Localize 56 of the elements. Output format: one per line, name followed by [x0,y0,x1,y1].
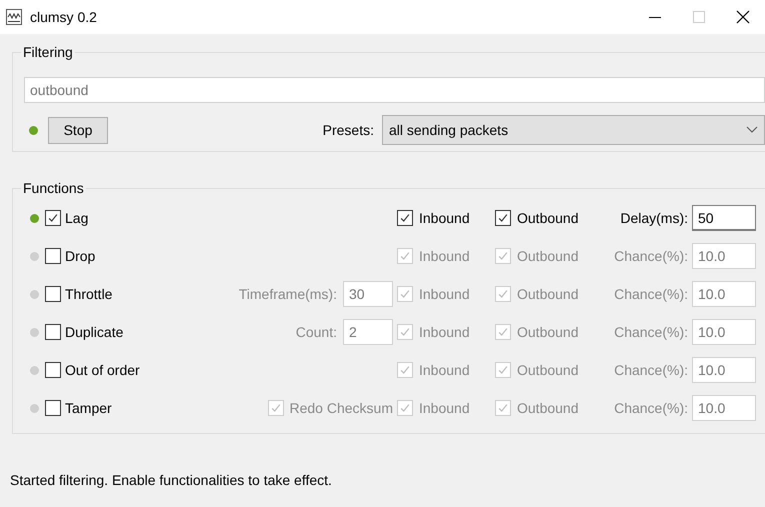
check-icon [497,364,509,376]
function-name: Tamper [65,400,112,416]
check-icon [399,326,411,338]
field-label: Timeframe(ms): [238,286,337,302]
chevron-icon [746,126,758,134]
checkbox[interactable] [495,210,511,226]
check-icon [497,212,509,224]
field-label: Chance(%): [614,286,688,302]
field-label: Chance(%): [614,248,688,264]
function-name: Out of order [65,362,140,378]
field-label: Chance(%): [614,362,688,378]
checkbox-label: Outbound [517,286,578,302]
window-title: clumsy 0.2 [30,9,97,25]
checkbox-label: Inbound [419,286,470,302]
checkbox-label: Outbound [517,248,578,264]
group-title: Filtering [21,44,75,60]
checkbox-label: Outbound [517,210,578,226]
check-icon [270,402,282,414]
close-icon[interactable] [736,10,750,24]
checkbox-label: Inbound [419,210,470,226]
checkbox-label: Outbound [517,324,578,340]
function-name: Throttle [65,286,112,302]
function-name: Duplicate [65,324,124,340]
checkbox-label: Inbound [419,362,470,378]
field-label: Chance(%): [614,324,688,340]
checkbox-label: Outbound [517,362,578,378]
check-icon [47,212,59,224]
stop-button[interactable]: Stop [48,116,108,144]
check-icon [497,288,509,300]
field-label: Chance(%): [614,400,688,416]
check-icon [399,402,411,414]
input-field[interactable]: 50 [692,205,756,231]
maximize-icon[interactable] [693,11,705,23]
checkbox[interactable] [397,210,413,226]
checkbox-label: Outbound [517,400,578,416]
check-icon [497,402,509,414]
function-name: Drop [65,248,96,264]
checkbox[interactable] [45,210,61,226]
check-icon [399,288,411,300]
check-icon [497,326,509,338]
checkbox-label: Inbound [419,248,470,264]
group-title: Functions [21,180,86,196]
check-icon [399,250,411,262]
check-icon [399,364,411,376]
check-icon [399,212,411,224]
function-name: Lag [65,210,88,226]
status-text: Started filtering. Enable functionalities to take effect. [10,472,333,488]
checkbox-label: Inbound [419,400,470,416]
checkbox-label: Redo Checksum [290,400,393,416]
wave-icon [6,9,22,25]
field-label: Delay(ms): [620,210,688,226]
presets-label: Presets: [322,122,374,138]
check-icon [497,250,509,262]
checkbox-label: Inbound [419,324,470,340]
presets-dropdown[interactable]: all sending packets [382,115,765,145]
field-label: Count: [296,324,337,340]
